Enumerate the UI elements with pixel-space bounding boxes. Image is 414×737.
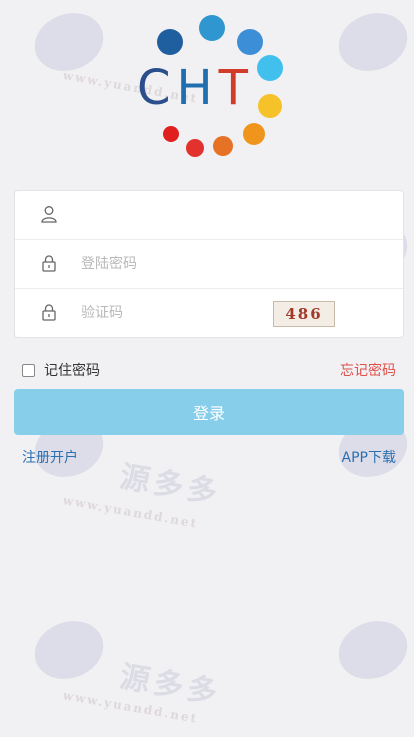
user-icon	[41, 206, 57, 223]
register-link[interactable]: 注册开户	[22, 447, 78, 467]
remember-password[interactable]: 记住密码	[22, 360, 100, 380]
logo-dot	[157, 29, 183, 55]
logo-text: CHT	[137, 60, 254, 116]
watermark-logo	[330, 611, 414, 689]
logo-letter-t: T	[218, 60, 254, 116]
password-row	[15, 239, 403, 287]
logo-dot	[243, 123, 265, 145]
logo-dot	[163, 126, 179, 142]
captcha-input[interactable]	[79, 297, 263, 329]
logo-dot	[237, 29, 263, 55]
captcha-row: 486	[15, 288, 403, 336]
username-input[interactable]	[79, 199, 273, 231]
logo-letter-h: H	[176, 60, 219, 116]
watermark-url: www.yuandd.net	[61, 688, 200, 726]
username-row	[15, 191, 403, 238]
forgot-password-link[interactable]: 忘记密码	[340, 360, 396, 380]
lock-icon	[42, 304, 56, 321]
login-button[interactable]: 登录	[14, 389, 404, 435]
app-download-link[interactable]: APP下载	[342, 447, 396, 467]
logo-dot	[186, 139, 204, 157]
remember-checkbox[interactable]	[22, 363, 35, 377]
captcha-image[interactable]: 486	[273, 301, 335, 327]
password-input[interactable]	[79, 248, 273, 280]
lock-icon	[42, 255, 56, 272]
logo-dot	[257, 55, 283, 81]
watermark-text: 源多多	[117, 659, 224, 712]
watermark-text: 源多多	[117, 459, 224, 512]
logo-dot	[258, 94, 282, 118]
login-form: 486	[14, 190, 404, 338]
logo-dot	[213, 136, 233, 156]
watermark-url: www.yuandd.net	[61, 493, 200, 531]
logo-area: CHT	[0, 0, 414, 170]
remember-label: 记住密码	[44, 363, 100, 379]
logo-dot	[199, 15, 225, 41]
watermark-logo	[26, 611, 112, 689]
logo-letter-c: C	[137, 60, 177, 116]
